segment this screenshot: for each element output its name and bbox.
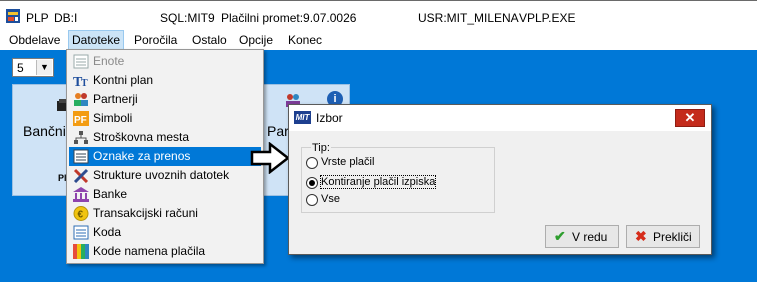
menu-item-label: Simboli	[93, 111, 133, 125]
menu-item-label: Koda	[93, 225, 122, 239]
title-app: PLP	[26, 11, 49, 25]
menu-bar: Obdelave Datoteke Poročila Ostalo Opcije…	[0, 30, 757, 50]
app-logo-icon: MIT	[294, 111, 311, 124]
pf-icon: PF	[73, 111, 89, 126]
dialog-title: Izbor	[316, 111, 343, 125]
menu-konec[interactable]: Konec	[285, 30, 325, 50]
radio-circle[interactable]	[306, 157, 318, 169]
title-bar: PLP DB:I SQL:MIT9 Plačilni promet:9.07.0…	[0, 0, 757, 30]
menu-item-label: Strukture uvoznih datotek	[93, 168, 230, 182]
menu-item-stroskovna-mesta[interactable]: Stroškovna mesta	[69, 128, 261, 147]
menu-item-simboli[interactable]: PF Simboli	[69, 109, 261, 128]
people-icon	[73, 92, 89, 107]
close-button[interactable]: ✕	[675, 109, 705, 127]
list-icon	[73, 54, 89, 69]
menu-opcije[interactable]: Opcije	[236, 30, 276, 50]
title-db: DB:I	[54, 11, 78, 25]
menu-item-label: Transakcijski računi	[93, 206, 198, 220]
cancel-button-label: Prekliči	[653, 230, 692, 244]
bank-icon	[73, 187, 89, 202]
ok-button[interactable]: ✔ V redu	[545, 225, 619, 248]
menu-item-label: Stroškovna mesta	[93, 130, 190, 144]
menu-item-label: Kontni plan	[93, 73, 154, 87]
title-sql: SQL:MIT9	[160, 11, 215, 25]
hierarchy-icon	[73, 130, 89, 145]
menu-item-label: Banke	[93, 187, 128, 201]
menu-item-strukture[interactable]: Strukture uvoznih datotek	[69, 166, 261, 185]
menu-item-label: Kode namena plačila	[93, 244, 206, 258]
pointer-arrow-icon	[250, 141, 292, 175]
menu-item-partnerji[interactable]: Partnerji	[69, 90, 261, 109]
tile-partnerji-label: Par	[267, 123, 289, 139]
title-exe: VPLP.EXE	[519, 11, 576, 25]
menu-item-kode-namena[interactable]: Kode namena plačila	[69, 242, 261, 261]
checkmark-icon: ✔	[554, 228, 566, 244]
menu-item-label: Partnerji	[93, 92, 138, 106]
menu-item-kontni-plan[interactable]: TT Kontni plan	[69, 71, 261, 90]
menu-item-oznake-za-prenos[interactable]: Oznake za prenos	[69, 147, 261, 166]
svg-text:PF: PF	[74, 115, 87, 126]
tools-icon	[73, 168, 89, 184]
menu-datoteke[interactable]: Datoteke	[68, 30, 125, 50]
list-icon	[73, 149, 89, 164]
svg-text:€: €	[78, 210, 84, 221]
menu-item-transakcijski-racuni[interactable]: € Transakcijski računi	[69, 204, 261, 223]
menu-item-koda[interactable]: Koda	[69, 223, 261, 242]
text-tt-icon: TT	[73, 73, 89, 90]
title-user: USR:MIT_MILENA	[418, 11, 519, 25]
ok-button-label: V redu	[572, 230, 608, 244]
colorbars-icon	[73, 244, 89, 259]
izbor-dialog: MIT Izbor ✕ Tip: Vrste plačil Kontiranje…	[288, 104, 712, 255]
list-icon	[73, 225, 89, 240]
close-icon: ✕	[684, 110, 696, 125]
menu-item-enote[interactable]: Enote	[69, 52, 261, 71]
menu-ostalo[interactable]: Ostalo	[189, 30, 230, 50]
app-icon	[6, 9, 20, 23]
dialog-title-bar: MIT Izbor	[289, 105, 711, 131]
menu-obdelave[interactable]: Obdelave	[6, 30, 63, 50]
svg-text:T: T	[81, 78, 88, 88]
menu-item-banke[interactable]: Banke	[69, 185, 261, 204]
menu-porocila[interactable]: Poročila	[131, 30, 180, 50]
number-combo[interactable]: 5 ▼	[12, 58, 54, 77]
radio-label: Vse	[321, 193, 340, 205]
datoteke-dropdown: Enote TT Kontni plan Partnerji PF Simbol…	[66, 49, 264, 264]
radio-circle[interactable]	[306, 194, 318, 206]
title-promet: Plačilni promet:9.07.0026	[221, 11, 357, 25]
tile-bancni-label: Bančni	[23, 123, 66, 139]
coin-icon: €	[73, 206, 89, 221]
combo-value: 5	[17, 61, 24, 75]
tip-group-label: Tip:	[311, 142, 331, 154]
menu-item-label: Enote	[93, 54, 125, 68]
cross-icon: ✖	[635, 228, 647, 244]
radio-label: Kontiranje plačil izpiska	[319, 175, 437, 189]
radio-circle[interactable]	[306, 177, 318, 189]
radio-label: Vrste plačil	[321, 156, 375, 168]
menu-item-label: Oznake za prenos	[93, 149, 191, 163]
cancel-button[interactable]: ✖ Prekliči	[626, 225, 700, 248]
chevron-down-icon[interactable]: ▼	[36, 60, 52, 75]
